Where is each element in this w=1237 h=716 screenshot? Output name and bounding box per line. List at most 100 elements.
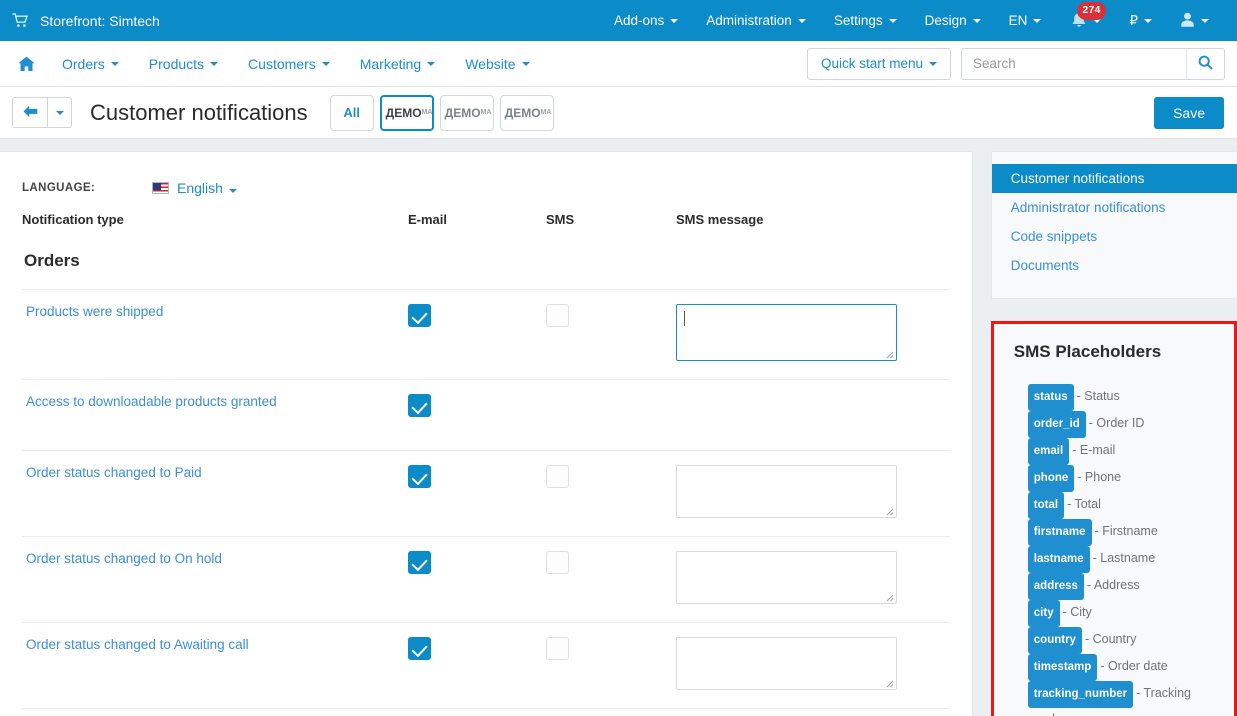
back-button-group — [12, 97, 72, 128]
cart-icon — [12, 13, 29, 28]
page-title-bar: Customer notifications All ДЕМО МА ДЕМО МА… — [0, 87, 1237, 139]
placeholder-tag[interactable]: total — [1027, 492, 1065, 519]
placeholder-tag[interactable]: timestamp — [1027, 654, 1098, 681]
notification-link[interactable]: Order status changed to On hold — [22, 551, 222, 566]
sidebar-item-documents[interactable]: Documents — [992, 251, 1237, 280]
chevron-down-icon — [1144, 18, 1152, 23]
placeholder-item: country - Country — [1027, 627, 1220, 654]
placeholder-desc: - Country — [1084, 632, 1137, 646]
top-menu-item-language[interactable]: EN — [995, 0, 1056, 41]
group-row-orders: Orders — [22, 243, 950, 290]
column-header-sms-message: SMS message — [676, 212, 764, 227]
placeholder-desc: - Total — [1067, 497, 1101, 511]
table-row: Order status changed to Canceled — [22, 708, 950, 716]
sms-checkbox[interactable] — [546, 304, 569, 327]
top-menu-label: Administration — [706, 13, 792, 28]
sms-message-input[interactable] — [676, 637, 897, 690]
store-tab-label: ДЕМО — [504, 105, 541, 120]
currency-selector[interactable]: ₽ — [1115, 0, 1166, 41]
sms-message-input[interactable] — [676, 304, 897, 361]
email-checkbox[interactable] — [408, 465, 431, 488]
sms-checkbox[interactable] — [546, 465, 569, 488]
store-tab-demo-3[interactable]: ДЕМО МА — [499, 94, 554, 131]
nav-item-label: Marketing — [359, 55, 422, 72]
top-menu-item-settings[interactable]: Settings — [820, 0, 911, 41]
placeholder-tag[interactable]: address — [1027, 573, 1084, 600]
chevron-down-icon — [521, 61, 530, 66]
sms-message-field-wrap — [676, 465, 897, 518]
nav-item-marketing[interactable]: Marketing — [345, 56, 450, 72]
notification-badge: 274 — [1077, 2, 1106, 20]
chevron-down-icon — [929, 61, 937, 66]
placeholder-tag[interactable]: lastname — [1027, 546, 1090, 573]
nav-item-website[interactable]: Website — [450, 56, 544, 72]
store-tab-demo-1[interactable]: ДЕМО МА — [379, 94, 434, 131]
table-row: Access to downloadable products granted — [22, 379, 950, 451]
quick-start-menu-label: Quick start menu — [820, 56, 923, 71]
right-column: Customer notifications Administrator not… — [990, 151, 1237, 716]
store-tab-all[interactable]: All — [329, 94, 374, 131]
nav-item-customers[interactable]: Customers — [233, 56, 345, 72]
back-dropdown-button[interactable] — [48, 97, 72, 128]
nav-item-products[interactable]: Products — [134, 56, 233, 72]
email-checkbox[interactable] — [408, 394, 431, 417]
search-icon — [1198, 55, 1213, 73]
top-menu-item-administration[interactable]: Administration — [692, 0, 820, 41]
chevron-down-icon — [797, 18, 806, 23]
back-button[interactable] — [12, 97, 48, 128]
chevron-down-icon — [321, 61, 330, 66]
column-header-type: Notification type — [22, 212, 124, 227]
page-title: Customer notifications — [90, 99, 308, 125]
arrow-left-icon — [23, 105, 38, 121]
notification-link[interactable]: Order status changed to Awaiting call — [22, 637, 249, 652]
placeholder-tag[interactable]: city — [1027, 600, 1060, 627]
sms-checkbox[interactable] — [546, 551, 569, 574]
placeholder-tag[interactable]: tracking_number — [1027, 681, 1134, 708]
placeholder-tag[interactable]: email — [1027, 438, 1070, 465]
sidebar-item-customer-notifications[interactable]: Customer notifications — [991, 164, 1237, 193]
sms-message-input[interactable] — [676, 465, 897, 518]
store-tab-demo-2[interactable]: ДЕМО МА — [439, 94, 494, 131]
quick-start-menu-button[interactable]: Quick start menu — [806, 47, 951, 80]
placeholder-tag[interactable]: phone — [1027, 465, 1075, 492]
sms-placeholders-title: SMS Placeholders — [1013, 342, 1162, 361]
notifications-button[interactable]: 274 — [1055, 0, 1115, 41]
table-row: Order status changed to Awaiting call — [22, 622, 950, 709]
placeholder-desc: - City — [1062, 605, 1092, 619]
top-menu-item-design[interactable]: Design — [911, 0, 995, 41]
notification-link[interactable]: Order status changed to Paid — [22, 465, 202, 480]
sms-message-input[interactable] — [676, 551, 897, 604]
user-menu[interactable] — [1166, 0, 1223, 41]
language-selector[interactable]: English — [177, 180, 237, 196]
home-icon[interactable] — [10, 56, 47, 72]
email-checkbox[interactable] — [408, 304, 431, 327]
placeholder-desc: - Order ID — [1088, 416, 1145, 430]
sms-checkbox[interactable] — [546, 637, 569, 660]
nav-item-orders[interactable]: Orders — [47, 56, 134, 72]
email-checkbox[interactable] — [408, 551, 431, 574]
email-checkbox[interactable] — [408, 637, 431, 660]
search-box — [961, 47, 1225, 80]
chevron-down-icon — [1201, 18, 1209, 23]
save-button[interactable]: Save — [1154, 96, 1224, 129]
table-row: Order status changed to Paid — [22, 450, 950, 537]
search-button[interactable] — [1186, 48, 1224, 79]
placeholder-tag[interactable]: status — [1027, 384, 1074, 411]
placeholder-item: address - Address — [1027, 573, 1220, 600]
sidebar-item-administrator-notifications[interactable]: Administrator notifications — [992, 193, 1237, 222]
notification-link[interactable]: Access to downloadable products granted — [22, 394, 277, 409]
top-menu-label: EN — [1008, 13, 1028, 28]
placeholder-tag[interactable]: country — [1027, 627, 1082, 654]
search-input[interactable] — [962, 48, 1186, 79]
store-tab-label: ДЕМО — [385, 105, 422, 120]
sidebar-item-label: Code snippets — [1010, 229, 1098, 244]
top-bar: Storefront: Simtech Add-ons Administrati… — [0, 0, 1237, 41]
placeholder-item: tracking_number- Tracking number — [1027, 681, 1220, 716]
placeholder-tag[interactable]: order_id — [1027, 411, 1086, 438]
placeholder-tag[interactable]: firstname — [1027, 519, 1092, 546]
notification-link[interactable]: Products were shipped — [22, 304, 163, 319]
sms-message-field-wrap — [676, 551, 897, 604]
sidebar-item-code-snippets[interactable]: Code snippets — [992, 222, 1237, 251]
top-menu-item-addons[interactable]: Add-ons — [600, 0, 692, 41]
placeholder-item: status - Status — [1027, 384, 1220, 411]
